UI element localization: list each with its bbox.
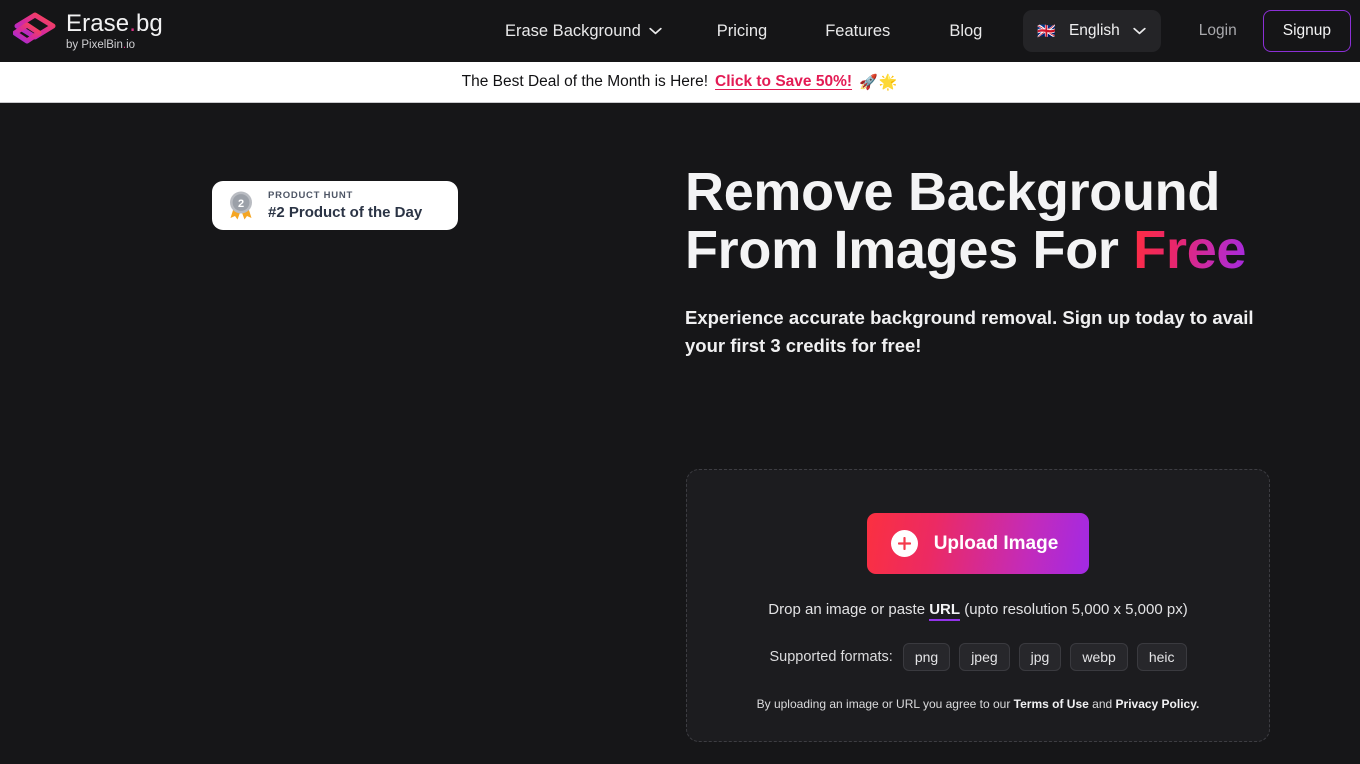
- brand-text: Erase.bg by PixelBin.io: [66, 11, 163, 52]
- product-hunt-kicker: PRODUCT HUNT: [268, 189, 353, 201]
- language-selector[interactable]: 🇬🇧 English: [1023, 10, 1161, 52]
- signup-button[interactable]: Signup: [1262, 10, 1351, 52]
- supported-formats: Supported formats: png jpeg jpg webp hei…: [770, 643, 1187, 671]
- promo-cta-link[interactable]: Click to Save 50%!: [715, 73, 852, 91]
- nav-item-blog[interactable]: Blog: [949, 16, 982, 47]
- brand-name-ext: bg: [135, 9, 163, 37]
- hero-copy: Remove Background From Images For Free E…: [685, 163, 1285, 360]
- drop-hint-suffix: (upto resolution 5,000 x 5,000 px): [960, 601, 1188, 618]
- hero-subtitle: Experience accurate background removal. …: [685, 307, 1254, 356]
- product-hunt-text: PRODUCT HUNT #2 Product of the Day: [268, 190, 422, 222]
- terms-notice: By uploading an image or URL you agree t…: [757, 697, 1200, 711]
- brand-sub-ext: io: [126, 38, 136, 51]
- nav-item-features[interactable]: Features: [825, 16, 890, 47]
- format-chip-jpg[interactable]: jpg: [1018, 643, 1062, 671]
- brand-logo-link[interactable]: Erase.bg by PixelBin.io: [13, 11, 163, 52]
- format-chip-webp[interactable]: webp: [1070, 643, 1128, 671]
- hero-title-line1: Remove Background: [685, 162, 1221, 222]
- nav-label-blog: Blog: [949, 21, 983, 40]
- plus-circle-icon: [890, 530, 918, 557]
- terms-conjunction: and: [1088, 697, 1116, 711]
- main-navigation: Erase Background Pricing Features Blog: [505, 0, 982, 62]
- terms-prefix: By uploading an image or URL you agree t…: [756, 697, 1014, 711]
- drop-hint: Drop an image or paste URL (upto resolut…: [768, 601, 1188, 621]
- promo-text: The Best Deal of the Month is Here!: [461, 73, 709, 90]
- brand-name-main: Erase: [66, 9, 130, 37]
- rocket-star-icon: 🚀🌟: [859, 74, 899, 91]
- brand-name: Erase.bg: [66, 11, 163, 36]
- plus-icon: [897, 537, 911, 550]
- header-actions: 🇬🇧 English Login Signup: [1023, 0, 1351, 62]
- hero-title-line2-prefix: From Images For: [685, 220, 1134, 280]
- nav-label-pricing: Pricing: [716, 21, 768, 40]
- supported-formats-label: Supported formats:: [769, 649, 893, 665]
- paste-url-link[interactable]: URL: [929, 601, 961, 621]
- product-hunt-badge[interactable]: 2 PRODUCT HUNT #2 Product of the Day: [212, 181, 458, 230]
- format-chip-png[interactable]: png: [902, 643, 951, 671]
- brand-subtitle: by PixelBin.io: [66, 38, 163, 52]
- nav-label-features: Features: [825, 21, 891, 40]
- nav-item-erase-background[interactable]: Erase Background: [505, 16, 662, 47]
- drop-hint-prefix: Drop an image or paste: [768, 601, 930, 618]
- site-header: Erase.bg by PixelBin.io Erase Background…: [0, 0, 1360, 62]
- erasebg-logo-icon: [13, 12, 56, 44]
- nav-item-pricing[interactable]: Pricing: [717, 16, 767, 47]
- chevron-down-icon: [1133, 27, 1146, 35]
- privacy-policy-link[interactable]: Privacy Policy.: [1116, 697, 1200, 711]
- flag-uk-icon: 🇬🇧: [1037, 22, 1056, 40]
- brand-sub-prefix: by PixelBin: [66, 38, 123, 51]
- hero-title-highlight: Free: [1133, 220, 1247, 280]
- nav-label-erase-background: Erase Background: [505, 21, 641, 40]
- brand-name-dot: .: [129, 9, 136, 37]
- hero-section: 2 PRODUCT HUNT #2 Product of the Day Rem…: [0, 103, 1360, 764]
- upload-button-label: Upload Image: [933, 532, 1059, 554]
- product-hunt-title: #2 Product of the Day: [268, 203, 423, 221]
- svg-text:2: 2: [238, 198, 244, 210]
- page-title: Remove Background From Images For Free: [685, 163, 1285, 279]
- chevron-down-icon: [649, 27, 662, 35]
- upload-dropzone[interactable]: Upload Image Drop an image or paste URL …: [686, 469, 1270, 742]
- format-chip-jpeg[interactable]: jpeg: [959, 643, 1010, 671]
- terms-of-use-link[interactable]: Terms of Use: [1014, 697, 1089, 711]
- medal-icon: 2: [230, 191, 252, 219]
- language-label: English: [1068, 22, 1120, 39]
- upload-image-button[interactable]: Upload Image: [866, 513, 1090, 574]
- login-link[interactable]: Login: [1199, 22, 1237, 40]
- promo-banner: The Best Deal of the Month is Here! Clic…: [0, 62, 1360, 103]
- format-chip-heic[interactable]: heic: [1136, 643, 1187, 671]
